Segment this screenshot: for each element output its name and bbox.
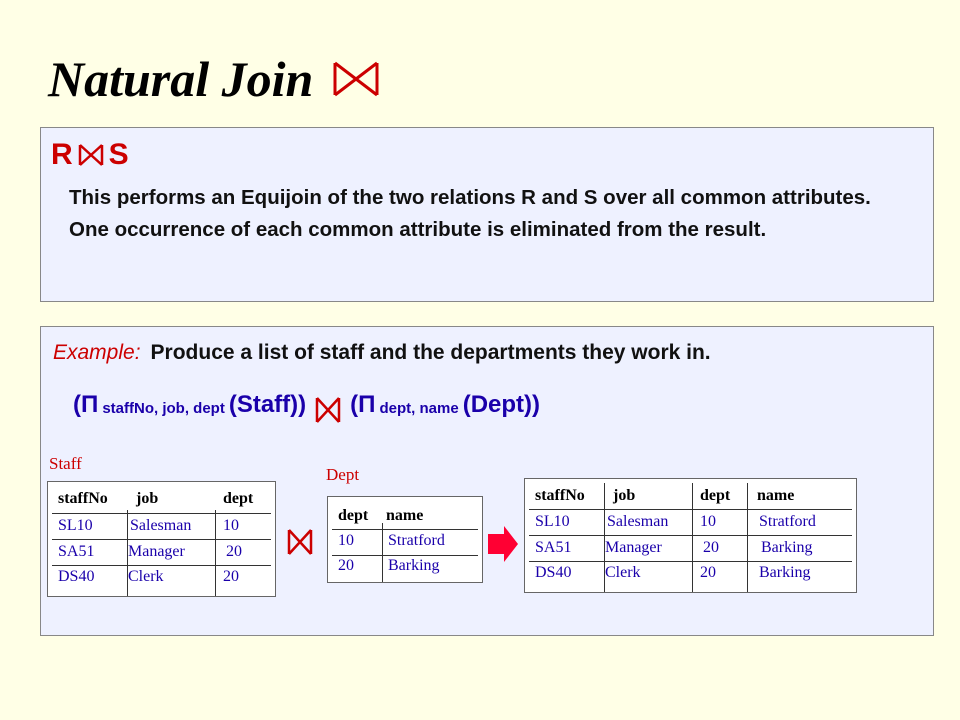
bowtie-join-icon (287, 529, 313, 555)
row-divider (332, 529, 478, 530)
column-divider (692, 483, 693, 592)
table-cell: Salesman (607, 513, 669, 530)
example-line: Example: Produce a list of staff and the … (53, 341, 711, 365)
table-cell: Clerk (128, 568, 164, 585)
table-cell: 20 (703, 539, 719, 556)
row-divider (529, 509, 852, 510)
definition-text: This performs an Equijoin of the two rel… (69, 186, 871, 241)
staff-table-label: Staff (49, 454, 82, 473)
column-header: staffNo (58, 490, 108, 507)
table-header: dept name (328, 503, 482, 529)
table-row: DS40 Clerk 20 (48, 564, 275, 590)
table-cell: SL10 (58, 517, 93, 534)
bowtie-join-icon (78, 144, 103, 166)
table-cell: Stratford (759, 513, 816, 530)
example-text: Produce a list of staff and the departme… (150, 341, 711, 364)
column-header: dept (223, 490, 254, 507)
table-cell: 10 (223, 517, 239, 534)
table-row: 20 Barking (328, 553, 482, 579)
table-cell: SL10 (535, 513, 570, 530)
column-header: dept (700, 487, 731, 504)
result-table: staffNo job dept name SL10 Salesman 10 S… (524, 478, 857, 593)
row-divider (52, 513, 271, 514)
column-divider (215, 510, 216, 596)
example-label: Example: (53, 341, 141, 364)
table-cell: Barking (388, 557, 440, 574)
projection-symbol: Π (81, 391, 99, 418)
dept-table-label: Dept (326, 465, 360, 484)
table-cell: Salesman (130, 517, 192, 534)
row-divider (332, 555, 478, 556)
relational-expression: ( Π staffNo, job, dept (Staff) ) ( Π dep… (73, 389, 541, 423)
relation-name: (Dept) (462, 391, 533, 418)
table-cell: DS40 (535, 564, 572, 581)
relation-r: R (51, 138, 73, 171)
table-cell: SA51 (58, 543, 95, 560)
relation-s: S (108, 138, 129, 171)
table-row: 10 Stratford (328, 528, 482, 554)
projection-symbol: Π (358, 391, 376, 418)
table-cell: Manager (128, 543, 185, 560)
table-row: SL10 Salesman 10 (48, 513, 275, 539)
column-header: name (386, 507, 424, 524)
table-cell: Barking (761, 539, 813, 556)
paren-open: ( (350, 391, 359, 418)
definition-box: R S This performs an Equijoin of the two… (40, 127, 934, 302)
projection-attributes: staffNo, job, dept (102, 400, 225, 417)
table-cell: 20 (338, 557, 354, 574)
table-header: staffNo job dept name (525, 483, 856, 509)
table-cell: SA51 (535, 539, 572, 556)
table-cell: 20 (700, 564, 716, 581)
column-header: dept (338, 507, 369, 524)
staff-table: staffNo job dept SL10 Salesman 10 SA51 M… (47, 481, 276, 597)
table-row: SA51 Manager 20 Barking (525, 535, 856, 561)
right-arrow-icon (488, 526, 518, 562)
table-cell: Manager (605, 539, 662, 556)
bowtie-join-icon (333, 61, 379, 97)
table-cell: Stratford (388, 532, 445, 549)
row-divider (52, 565, 271, 566)
paren-close: ) (532, 391, 541, 418)
row-divider (529, 561, 852, 562)
table-row: SL10 Salesman 10 Stratford (525, 509, 856, 535)
bowtie-join-icon (315, 397, 341, 423)
column-header: name (757, 487, 795, 504)
table-cell: DS40 (58, 568, 95, 585)
table-cell: 20 (223, 568, 239, 585)
column-header: job (613, 487, 636, 504)
row-divider (52, 539, 271, 540)
paren-open: ( (73, 391, 81, 418)
table-cell: 10 (338, 532, 354, 549)
title-text: Natural Join (48, 51, 314, 107)
table-cell: Barking (759, 564, 811, 581)
column-divider (382, 523, 383, 582)
table-header: staffNo job dept (48, 486, 275, 512)
join-expression: R S (51, 138, 129, 172)
paren-close: ) (298, 391, 307, 418)
relation-name: (Staff) (228, 391, 299, 418)
projection-attributes: dept, name (379, 400, 459, 417)
table-cell: 10 (700, 513, 716, 530)
row-divider (529, 535, 852, 536)
page-title: Natural Join (48, 50, 381, 108)
column-divider (604, 483, 605, 592)
column-header: job (136, 490, 159, 507)
column-divider (127, 510, 128, 596)
table-cell: 20 (226, 543, 242, 560)
table-row: DS40 Clerk 20 Barking (525, 560, 856, 586)
table-cell: Clerk (605, 564, 641, 581)
column-header: staffNo (535, 487, 585, 504)
table-row: SA51 Manager 20 (48, 539, 275, 565)
dept-table: dept name 10 Stratford 20 Barking (327, 496, 483, 583)
column-divider (747, 483, 748, 592)
